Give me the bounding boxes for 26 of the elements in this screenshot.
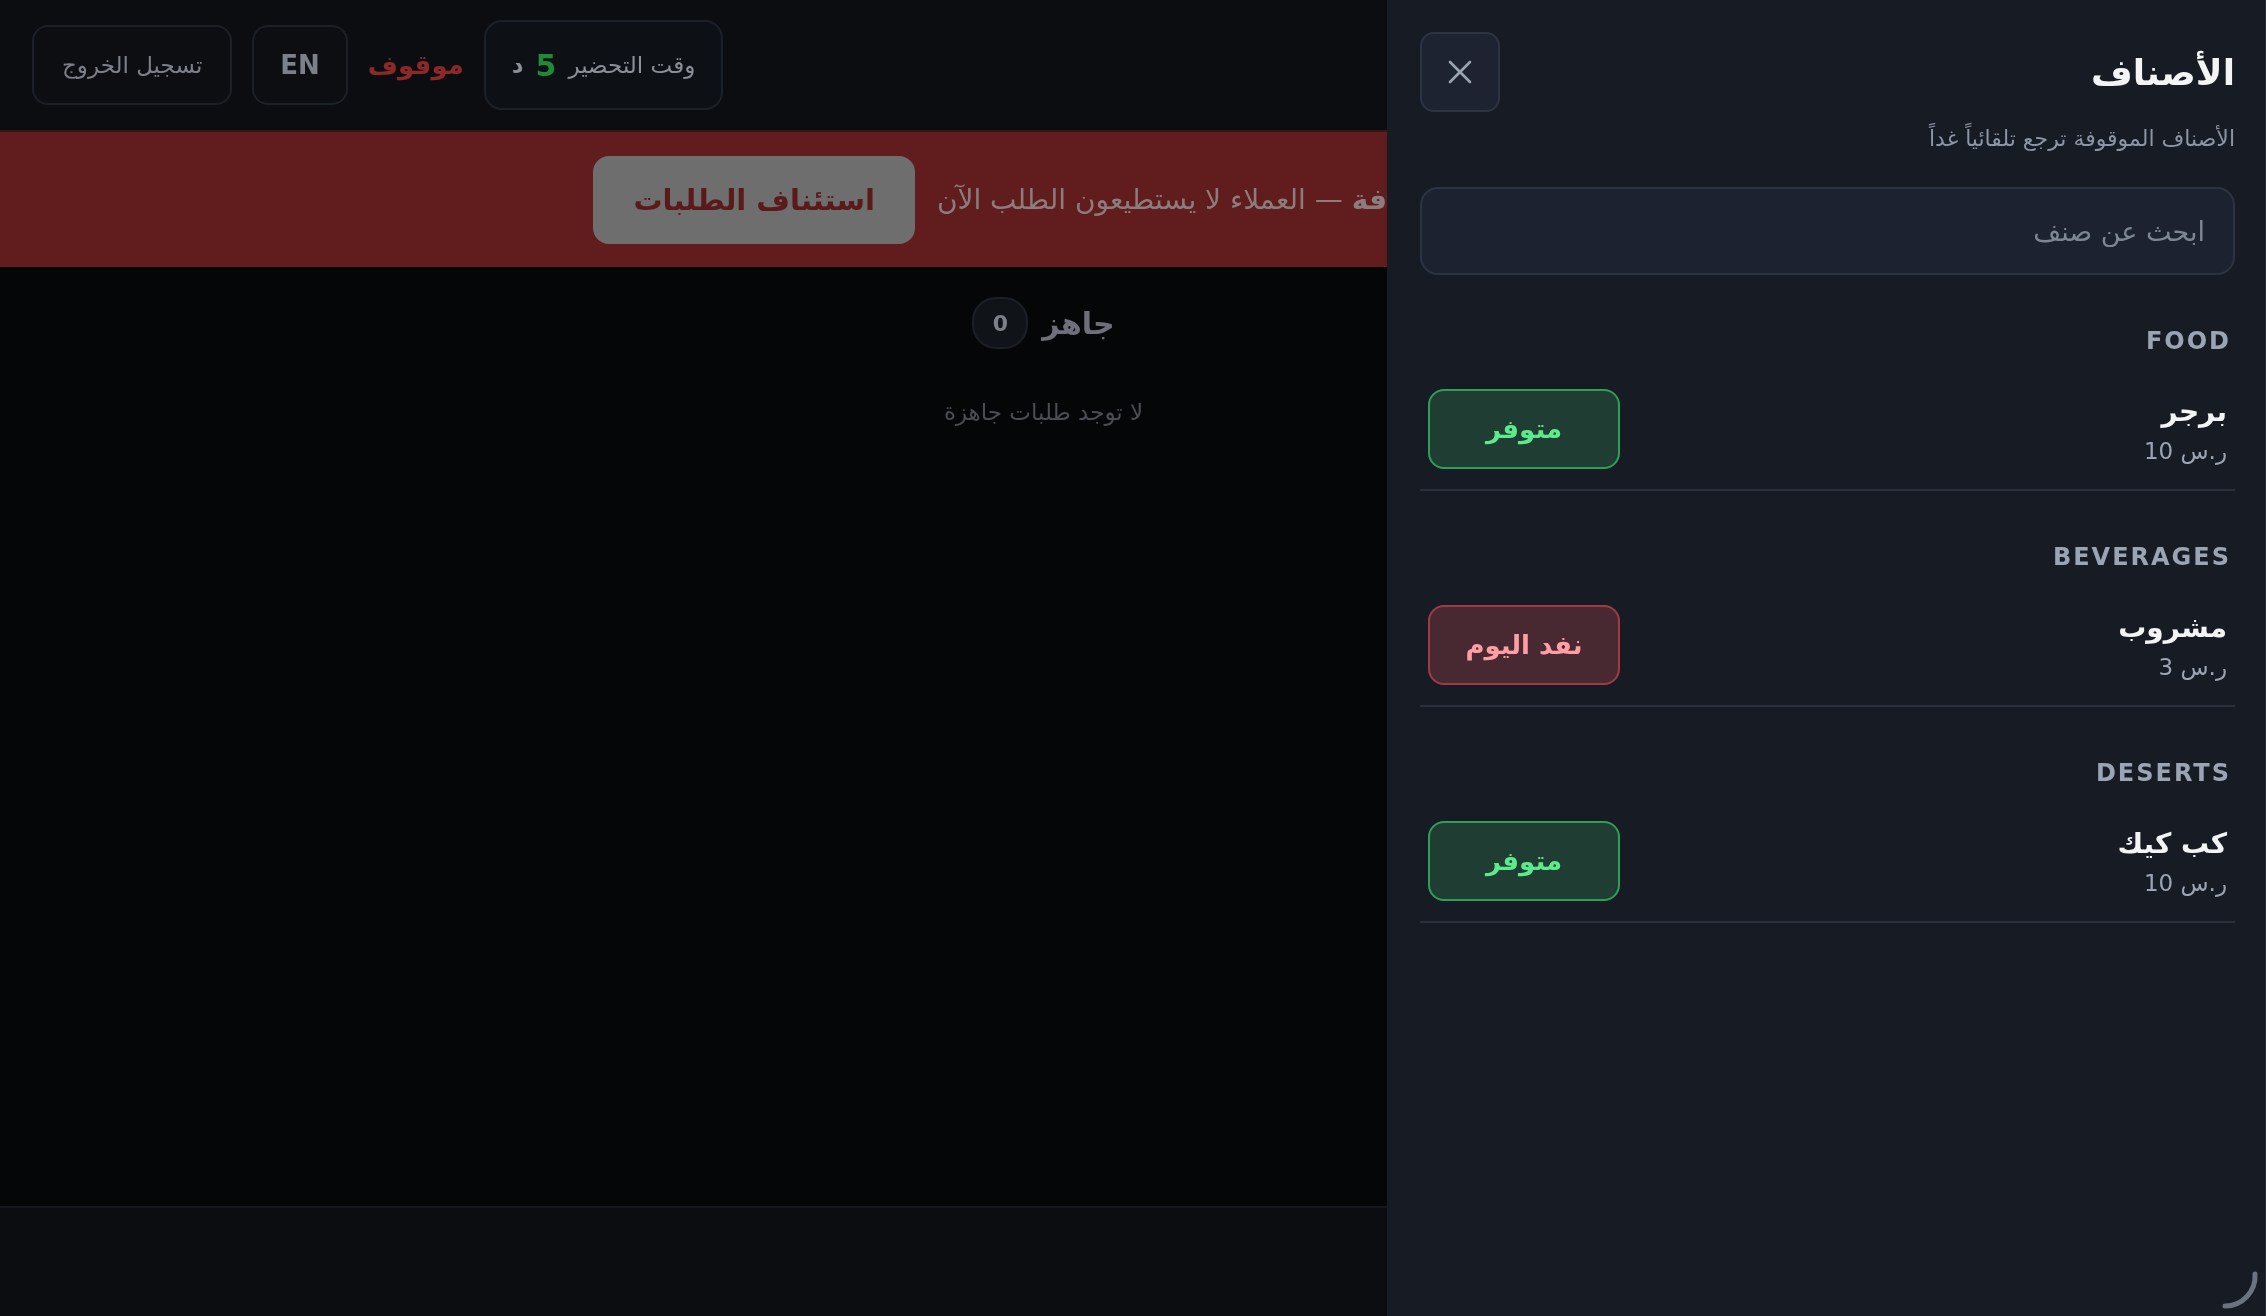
prep-time-label: وقت التحضير bbox=[568, 52, 696, 78]
drawer-title: الأصناف bbox=[2091, 51, 2235, 93]
category-heading: BEVERAGES bbox=[2051, 543, 2232, 571]
prep-time-unit: د bbox=[511, 52, 524, 78]
item-name: برجر bbox=[2159, 394, 2227, 428]
availability-toggle[interactable]: متوفر bbox=[1428, 821, 1620, 901]
category-heading: FOOD bbox=[2144, 327, 2232, 355]
availability-toggle[interactable]: نفد اليوم bbox=[1428, 605, 1620, 685]
item-price: ر.س 10 bbox=[2143, 437, 2227, 464]
section-title: جاهز bbox=[1042, 305, 1115, 341]
prep-time-value: 5 bbox=[535, 47, 557, 83]
availability-toggle[interactable]: متوفر bbox=[1428, 389, 1620, 469]
item-name: كب كيك bbox=[2117, 826, 2227, 860]
item-name: مشروب bbox=[2118, 610, 2227, 644]
item-price: ر.س 3 bbox=[2157, 653, 2227, 680]
language-button[interactable]: EN bbox=[252, 25, 348, 105]
category-heading: DESERTS bbox=[2094, 759, 2232, 787]
banner-message: فة — العملاء لا يستطيعون الطلب الآن bbox=[936, 183, 1387, 216]
close-icon bbox=[1447, 59, 1473, 85]
empty-message: لا توجد طلبات جاهزة bbox=[943, 399, 1144, 425]
search-field[interactable]: ابحث عن صنف bbox=[1420, 187, 2235, 275]
count-badge: 0 bbox=[972, 297, 1029, 349]
store-status: موقوف bbox=[367, 50, 464, 80]
item-price: ر.س 10 bbox=[2142, 869, 2227, 896]
close-button[interactable] bbox=[1420, 32, 1500, 112]
logout-button[interactable]: تسجيل الخروج bbox=[32, 25, 233, 105]
